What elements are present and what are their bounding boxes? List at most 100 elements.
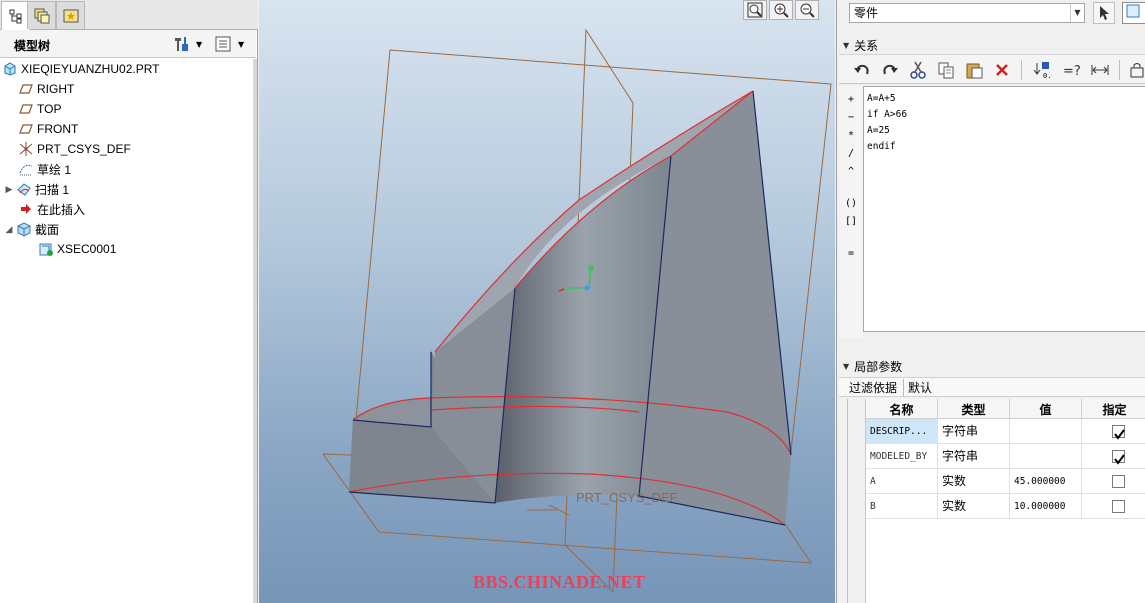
tree-item-front[interactable]: FRONT [0, 119, 256, 139]
sketch-icon [18, 161, 34, 177]
relation-line: if A>66 [867, 109, 908, 120]
graphics-viewport[interactable]: PRT_CSYS_DEF BBS.CHINADE.NET [259, 0, 835, 603]
params-section-header[interactable]: ▼ 局部参数 [837, 358, 1145, 374]
filter-value-select[interactable]: 默认 [903, 378, 932, 396]
param-name-cell[interactable]: DESCRIP... [866, 419, 938, 444]
zoom-in-button[interactable] [769, 0, 793, 20]
table-row[interactable]: DESCRIP... 字符串 [866, 419, 1145, 444]
insert-dimension-button[interactable] [1089, 59, 1111, 81]
csys-datum-axes [527, 504, 570, 516]
col-header-name[interactable]: 名称 [866, 399, 938, 419]
tools-icon [175, 37, 188, 51]
list-icon [215, 36, 231, 52]
param-value-cell[interactable]: 45.000000 [1010, 469, 1082, 494]
operator-column: + − * / ^ () [] = [839, 86, 863, 338]
param-name-cell[interactable]: MODELED_BY [866, 444, 938, 469]
table-row[interactable]: B 实数 10.000000 [866, 494, 1145, 519]
minus-operator-button[interactable]: − [841, 110, 861, 126]
paste-icon [966, 63, 983, 79]
col-header-type[interactable]: 类型 [938, 399, 1010, 419]
expand-icon[interactable]: ▶ [4, 184, 14, 195]
creo-window: 模型树 ▼ ▼ XIEQIEYUANZHU02.PRT RIGHT TOP FR… [0, 0, 1145, 603]
param-designate-cell [1082, 444, 1145, 469]
datum-plane-icon [18, 121, 34, 137]
multiply-operator-button[interactable]: * [841, 128, 861, 144]
evaluate-button[interactable]: 0.0 [1031, 59, 1053, 81]
param-value-cell[interactable] [1010, 444, 1082, 469]
tree-scrollbar[interactable] [253, 59, 257, 603]
param-value-cell[interactable]: 10.000000 [1010, 494, 1082, 519]
tree-item-csys[interactable]: PRT_CSYS_DEF [0, 139, 256, 159]
designate-checkbox[interactable] [1112, 500, 1125, 513]
relations-editor[interactable]: A=A+5 if A>66 A=25 endif [863, 86, 1145, 332]
cursor-arrow-icon [1100, 6, 1109, 20]
tree-item-sections[interactable]: ◢ 截面 [0, 219, 256, 239]
zoom-fit-button[interactable] [743, 0, 767, 20]
paste-button[interactable] [963, 59, 985, 81]
table-row[interactable]: A 实数 45.000000 [866, 469, 1145, 494]
param-type-cell[interactable]: 字符串 [938, 444, 1010, 469]
param-type-cell[interactable]: 字符串 [938, 419, 1010, 444]
equals-question-icon: =? [1063, 64, 1081, 78]
collapse-icon: ▼ [843, 361, 850, 371]
cut-button[interactable] [907, 59, 929, 81]
scissors-icon [910, 61, 926, 79]
section-folder-icon [16, 221, 32, 237]
param-type-cell[interactable]: 实数 [938, 494, 1010, 519]
object-type-select[interactable]: 零件 ▼ [849, 3, 1085, 23]
designate-checkbox[interactable] [1112, 425, 1125, 440]
tree-item-part[interactable]: XIEQIEYUANZHU02.PRT [0, 59, 256, 79]
relations-section-header[interactable]: ▼ 关系 [837, 37, 1145, 53]
layers-tab[interactable] [27, 1, 56, 29]
undo-button[interactable] [851, 59, 873, 81]
param-type-cell[interactable]: 实数 [938, 469, 1010, 494]
collapse-icon[interactable]: ◢ [4, 224, 14, 235]
params-section-title: 局部参数 [854, 359, 903, 374]
param-value-cell[interactable] [1010, 419, 1082, 444]
sort-button[interactable] [1127, 59, 1145, 81]
brackets-operator-button[interactable]: [] [841, 214, 861, 230]
designate-checkbox[interactable] [1112, 475, 1125, 488]
copy-button[interactable] [935, 59, 957, 81]
plus-operator-button[interactable]: + [841, 92, 861, 108]
divide-operator-button[interactable]: / [841, 146, 861, 162]
tree-settings-button[interactable]: ▼ [172, 35, 202, 53]
select-object-button[interactable] [1093, 2, 1115, 24]
tree-item-insert-here[interactable]: 在此插入 [0, 199, 256, 219]
redo-button[interactable] [879, 59, 901, 81]
col-header-designate[interactable]: 指定 [1082, 399, 1145, 419]
svg-text:0.0: 0.0 [1043, 72, 1052, 80]
tree-item-xsec0001[interactable]: XSEC0001 [0, 239, 256, 259]
tree-item-label: FRONT [37, 122, 79, 136]
tree-item-right[interactable]: RIGHT [0, 79, 256, 99]
zoom-out-button[interactable] [795, 0, 819, 20]
equals-operator-button[interactable]: = [841, 246, 861, 262]
parentheses-operator-button[interactable]: () [841, 196, 861, 212]
tree-show-button[interactable]: ▼ [214, 35, 244, 53]
sweep-icon [16, 181, 32, 197]
param-name-cell[interactable]: B [866, 494, 938, 519]
delete-button[interactable] [991, 59, 1013, 81]
tree-item-sweep[interactable]: ▶ 扫描 1 [0, 179, 256, 199]
favorites-tab[interactable] [56, 1, 85, 29]
zoom-out-icon [800, 3, 815, 18]
tree-item-label: 截面 [35, 222, 60, 237]
param-name-cell[interactable]: A [866, 469, 938, 494]
zoom-in-icon [774, 3, 789, 18]
collapse-icon: ▼ [843, 40, 850, 50]
model-tree-tab[interactable] [1, 1, 30, 30]
language-button[interactable] [1122, 2, 1145, 24]
relation-line: A=A+5 [867, 93, 896, 104]
model-tree-panel: 模型树 ▼ ▼ XIEQIEYUANZHU02.PRT RIGHT TOP FR… [0, 0, 258, 603]
tree-item-label: 在此插入 [37, 202, 86, 217]
tree-item-top[interactable]: TOP [0, 99, 256, 119]
designate-checkbox[interactable] [1112, 450, 1125, 465]
table-row[interactable]: MODELED_BY 字符串 [866, 444, 1145, 469]
col-header-value[interactable]: 值 [1010, 399, 1082, 419]
csys-icon [18, 141, 34, 157]
navigator-tabs [0, 0, 258, 30]
tree-item-sketch[interactable]: 草绘 1 [0, 159, 256, 179]
power-operator-button[interactable]: ^ [841, 164, 861, 180]
verify-button[interactable]: =? [1061, 59, 1083, 81]
chevron-down-icon: ▼ [1070, 4, 1084, 22]
